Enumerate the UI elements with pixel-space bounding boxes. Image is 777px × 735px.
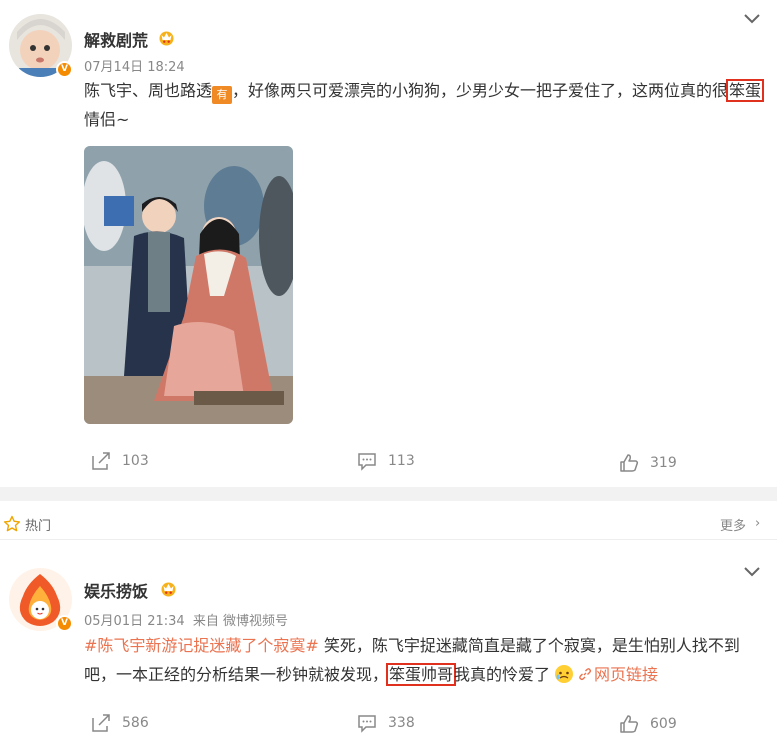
like-count: 319 <box>650 455 677 471</box>
post-meta: 05月01日 21:34 来自 微博视频号 <box>84 610 292 629</box>
post-text-part: 我真的怜爱了 <box>454 665 551 684</box>
crying-emoji-icon <box>555 665 574 683</box>
tag-icon: 有 <box>212 86 233 104</box>
comment-icon <box>358 715 376 733</box>
post-timestamp[interactable]: 07月14日 18:24 <box>84 60 185 75</box>
section-divider <box>0 487 777 501</box>
highlight-box: 笨蛋 <box>726 79 765 102</box>
link-icon <box>579 668 592 681</box>
post-text-part: 陈飞宇、周也路透 <box>84 81 213 100</box>
chevron-down-icon[interactable] <box>742 565 762 579</box>
repost-button[interactable]: 586 <box>90 712 149 734</box>
weibo-post-card: V 解救剧荒 07月14日 18:24 陈飞宇、周也路透有，好像两只可爱漂亮的小… <box>0 0 777 487</box>
comment-count: 113 <box>388 453 415 469</box>
post-text-part: ，好像两只可爱漂亮的小狗狗，少男少女一把子爱住了，这两位真的很 <box>232 81 729 100</box>
comment-count: 338 <box>388 715 415 731</box>
post-timestamp[interactable]: 05月01日 21:34 <box>84 614 185 629</box>
web-link-label: 网页链接 <box>594 665 659 684</box>
chevron-down-icon[interactable] <box>742 12 762 26</box>
like-count: 609 <box>650 716 677 732</box>
web-link[interactable]: 网页链接 <box>578 665 658 684</box>
comment-button[interactable]: 338 <box>356 712 415 734</box>
post-text-part: 情侣~ <box>84 110 130 129</box>
verified-badge: V <box>56 615 73 632</box>
post-text: 陈飞宇、周也路透有，好像两只可爱漂亮的小狗狗，少男少女一把子爱住了，这两位真的很… <box>84 76 765 134</box>
like-button[interactable]: 319 <box>618 452 677 474</box>
like-button[interactable]: 609 <box>618 713 677 735</box>
hot-section-header: 热门 更多 › <box>0 501 777 540</box>
post-text: #陈飞宇新游记捉迷藏了个寂寞# 笑死，陈飞宇捉迷藏简直是藏了个寂寞，是生怕别人找… <box>84 631 764 689</box>
more-link[interactable]: 更多 <box>720 515 746 534</box>
repost-button[interactable]: 103 <box>90 450 149 472</box>
hot-label: 热门 <box>25 519 52 534</box>
post-meta: 07月14日 18:24 <box>84 56 189 75</box>
share-icon <box>92 714 110 732</box>
username[interactable]: 解救剧荒 <box>84 27 148 51</box>
post-source[interactable]: 来自 微博视频号 <box>193 614 288 629</box>
repost-count: 103 <box>122 453 149 469</box>
comment-button[interactable]: 113 <box>356 450 415 472</box>
username[interactable]: 娱乐捞饭 <box>84 578 148 602</box>
post-photo[interactable] <box>84 146 293 424</box>
chevron-right-icon[interactable]: › <box>755 516 760 531</box>
thumbs-up-icon <box>620 454 639 472</box>
comment-icon <box>358 453 376 471</box>
star-icon <box>3 515 21 532</box>
highlight-box: 笨蛋帅哥 <box>386 663 457 686</box>
repost-count: 586 <box>122 715 149 731</box>
share-icon <box>92 452 110 470</box>
weibo-post-card: V 娱乐捞饭 05月01日 21:34 来自 微博视频号 #陈飞宇新游记捉迷藏了… <box>0 540 777 735</box>
verified-badge: V <box>56 61 73 78</box>
thumbs-up-icon <box>620 715 639 733</box>
crown-badge-icon <box>161 582 176 597</box>
crown-badge-icon <box>159 31 174 46</box>
hashtag-link[interactable]: #陈飞宇新游记捉迷藏了个寂寞# <box>84 636 319 655</box>
